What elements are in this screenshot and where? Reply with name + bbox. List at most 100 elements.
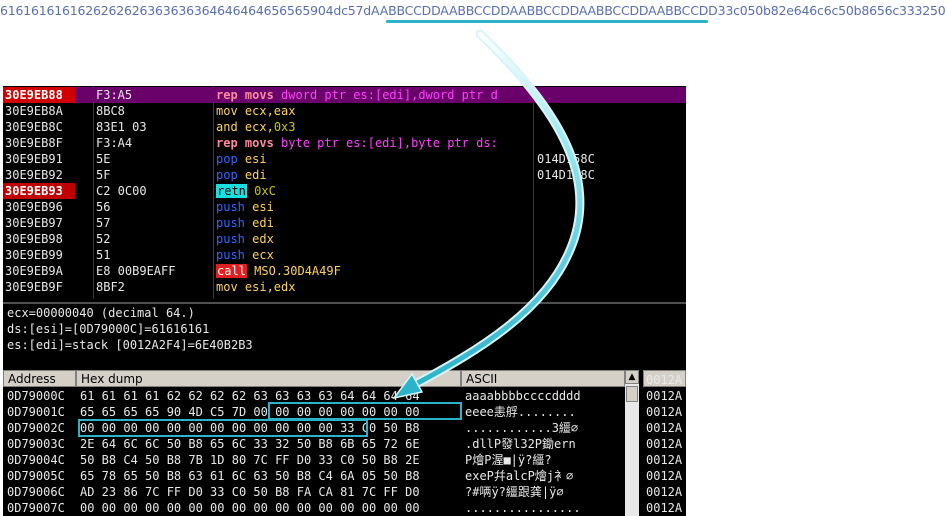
disasm-hex: F3:A4 <box>96 136 133 150</box>
disasm-row[interactable]: 30E9EB93 C2 0C00 retn 0xC <box>3 183 686 199</box>
asm-token: ecx <box>252 248 274 262</box>
hex-prefix: 6161616161626262626363636364646464656565… <box>0 3 372 18</box>
dump-ascii: ................ <box>465 501 581 515</box>
disasm-row[interactable]: 30E9EB92 5F pop edi 014D158C <box>3 167 686 183</box>
asm-token: edx <box>252 232 274 246</box>
dump-row[interactable]: 0D79006C AD 23 86 7C FF D0 33 C0 50 B8 FA… <box>3 484 639 500</box>
asm-token: dword ptr d <box>418 88 498 102</box>
stack-pane[interactable]: 0012A 0012A 0012A 0012A 0012A 0012A 0012A 0012A… <box>643 370 686 516</box>
disasm-hex: 5F <box>96 168 111 182</box>
dump-row[interactable]: 0D79004C 50 B8 C4 50 B8 7B 1D 80 7C FF D0… <box>3 452 639 468</box>
asm-token: esi,edx <box>244 280 296 294</box>
disasm-address: 30E9EB88 <box>3 87 75 103</box>
disasm-row[interactable]: 30E9EB8C 83E1 03 and ecx,0x3 <box>3 119 686 135</box>
disasm-address: 30E9EB91 <box>5 152 63 166</box>
dump-ascii: aaaabbbbccccdddd <box>465 389 581 403</box>
stack-row[interactable]: 0012A <box>646 500 682 516</box>
disasm-hex: C2 0C00 <box>96 184 147 198</box>
dump-address: 0D79007C <box>7 501 65 515</box>
dump-ascii: exeP幷alcP燴j衤∅ <box>465 469 574 483</box>
disasm-hex: 8BF2 <box>96 280 125 294</box>
asm-token: push <box>216 216 253 230</box>
disasm-hex: 56 <box>96 200 111 214</box>
disasm-row[interactable]: 30E9EB97 57 push edi <box>3 215 686 231</box>
stack-row[interactable]: 0012A <box>646 468 682 484</box>
dump-row[interactable]: 0D79005C 65 78 65 50 B8 63 61 6C 63 50 B8… <box>3 468 639 484</box>
disasm-address: 30E9EB92 <box>5 168 63 182</box>
disasm-hex: 8BC8 <box>96 104 125 118</box>
top-hex-string: 6161616161626262626363636364646464656565… <box>0 3 947 19</box>
disassembly-pane[interactable]: 30E9EB88 F3:A5 rep movs dword ptr es:[edi]… <box>3 86 686 299</box>
asm-token: pop <box>216 168 245 182</box>
dump-scrollbar[interactable]: ▲ <box>625 370 639 516</box>
disasm-instruction: mov esi,edx <box>216 279 532 295</box>
dump-hex: 00 00 00 00 00 00 00 00 00 00 00 00 00 0… <box>80 501 420 515</box>
dump-address: 0D79006C <box>7 485 65 499</box>
asm-token: edi <box>244 168 267 182</box>
disasm-row[interactable]: 30E9EB98 52 push edx <box>3 231 686 247</box>
disasm-row[interactable]: 30E9EB96 56 push esi <box>3 199 686 215</box>
disasm-hex: 52 <box>96 232 111 246</box>
asm-token: esi <box>252 200 274 214</box>
disasm-row[interactable]: 30E9EB9F 8BF2 mov esi,edx <box>3 279 686 295</box>
stack-row[interactable]: 0012A <box>646 452 682 468</box>
hex-highlight: AABBCCDDAABBCCDDAABBCCDDAABBCCDDAABBCCDD <box>371 3 718 18</box>
dump-ascii: .dllP發l32P鋤ern <box>465 437 576 451</box>
asm-token: edi <box>252 216 274 230</box>
scroll-up-button[interactable]: ▲ <box>625 370 639 384</box>
disasm-row[interactable]: 30E9EB99 51 push ecx <box>3 247 686 263</box>
asm-token: movs <box>237 88 282 102</box>
stack-row[interactable]: 0012A <box>646 388 682 404</box>
asm-token: retn <box>216 184 247 198</box>
stack-row[interactable]: 0012A <box>646 436 682 452</box>
asm-token: and <box>216 120 245 134</box>
disasm-row[interactable]: 30E9EB91 5E pop esi 014D158C <box>3 151 686 167</box>
asm-token: 0xC <box>246 184 276 198</box>
stack-row[interactable]: 0012A <box>646 372 682 388</box>
asm-token: push <box>216 248 253 262</box>
disasm-instruction: pop edi <box>216 167 532 183</box>
scroll-thumb[interactable] <box>626 386 638 402</box>
disasm-hex: 83E1 03 <box>96 120 147 134</box>
disasm-instruction: retn 0xC <box>216 183 532 199</box>
disasm-row[interactable]: 30E9EB9A E8 00B9EAFF call MSO.30D4A49F <box>3 263 686 279</box>
disasm-instruction: rep movs dword ptr es:[edi],dword ptr d <box>216 87 532 103</box>
dump-row[interactable]: 0D79007C 00 00 00 00 00 00 00 00 00 00 00… <box>3 500 639 516</box>
disasm-row[interactable]: 30E9EB88 F3:A5 rep movs dword ptr es:[edi]… <box>3 87 686 103</box>
stack-row[interactable]: 0012A <box>646 420 682 436</box>
highlight-box-lower <box>78 419 368 437</box>
info-line: ecx=00000040 (decimal 64.) <box>7 306 195 320</box>
stack-row[interactable]: 0012A <box>646 484 682 500</box>
disasm-instruction: push esi <box>216 199 532 215</box>
disasm-address: 30E9EB98 <box>5 232 63 246</box>
dump-hex: 2E 64 6C 6C 50 B8 65 6C 33 32 50 B8 6B 6… <box>80 437 420 451</box>
disasm-instruction: and ecx,0x3 <box>216 119 532 135</box>
dump-ascii: ?#唡ÿ?繮跟龚|ÿ∅ <box>465 485 564 499</box>
dump-address: 0D79002C <box>7 421 65 435</box>
debugger-window: 30E9EB88 F3:A5 rep movs dword ptr es:[edi]… <box>3 86 686 516</box>
asm-token: dword ptr es:[edi] <box>281 88 412 102</box>
disasm-row[interactable]: 30E9EB8A 8BC8 mov ecx,eax <box>3 103 686 119</box>
asm-token: MSO.30D4A49F <box>246 264 341 278</box>
asm-token: ecx,eax <box>244 104 296 118</box>
disasm-hex: E8 00B9EAFF <box>96 264 176 278</box>
dump-address: 0D79004C <box>7 453 65 467</box>
asm-token: rep <box>216 88 238 102</box>
dump-header-hex[interactable]: Hex dump <box>76 370 461 387</box>
disasm-row[interactable]: 30E9EB8F F3:A4 rep movs byte ptr es:[edi],… <box>3 135 686 151</box>
dump-header-ascii[interactable]: ASCII <box>461 370 625 387</box>
dump-row[interactable]: 0D79003C 2E 64 6C 6C 50 B8 65 6C 33 32 50… <box>3 436 639 452</box>
disasm-address: 30E9EB8A <box>5 104 63 118</box>
dump-hex: AD 23 86 7C FF D0 33 C0 50 B8 FA CA 81 7… <box>80 485 420 499</box>
asm-token: push <box>216 200 253 214</box>
asm-token: mov <box>216 104 245 118</box>
asm-token: mov <box>216 280 245 294</box>
dump-header-address[interactable]: Address <box>3 370 76 387</box>
asm-token: esi <box>244 152 267 166</box>
hex-dump-pane[interactable]: Address Hex dump ASCII 0D79000C 61 61 61 … <box>3 370 639 516</box>
hex-underline-mark <box>386 20 708 23</box>
disasm-instruction: rep movs byte ptr es:[edi],byte ptr ds: <box>216 135 532 151</box>
disasm-address: 30E9EB9A <box>5 264 63 278</box>
stack-row[interactable]: 0012A <box>646 404 682 420</box>
disasm-hex: 5E <box>96 152 111 166</box>
